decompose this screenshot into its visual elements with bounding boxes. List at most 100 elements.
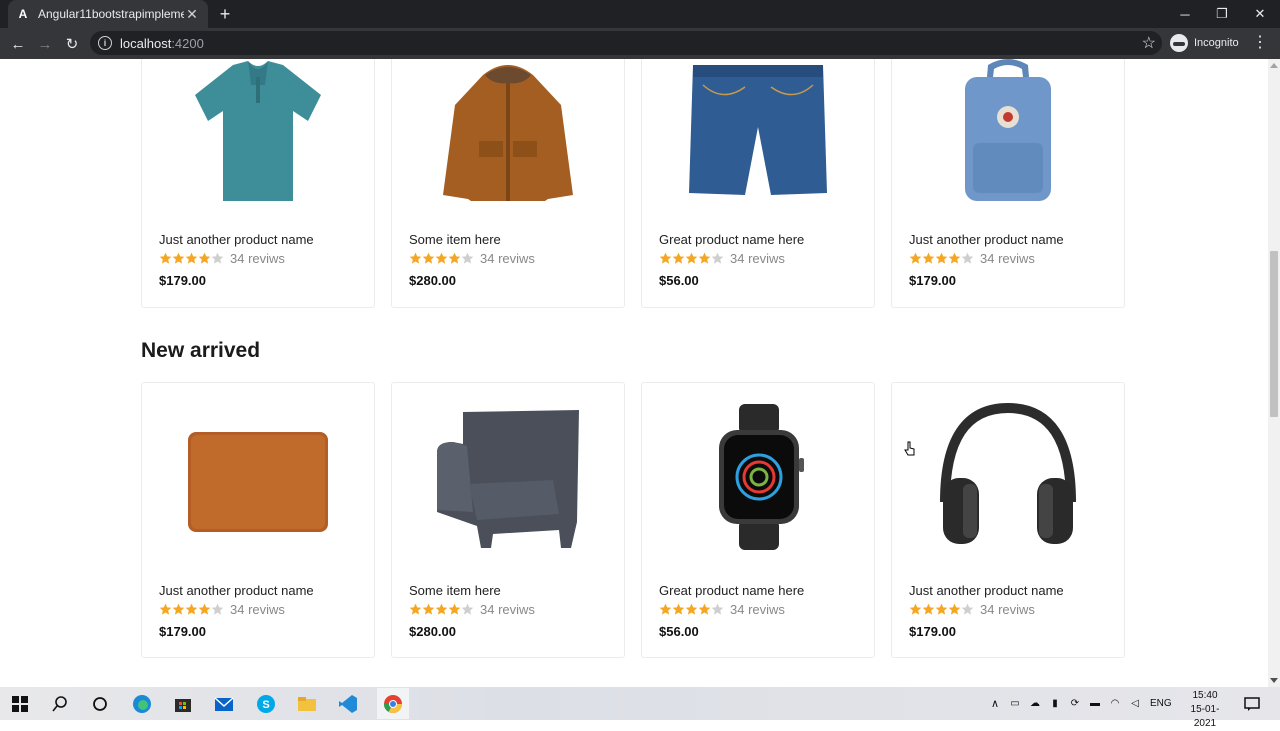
product-name[interactable]: Some item here — [409, 583, 501, 598]
chrome-icon[interactable] — [377, 688, 409, 719]
product-card[interactable]: Some item here 34 reviws $280.00 — [391, 59, 625, 308]
mail-icon[interactable] — [212, 692, 236, 716]
star-filled-icon — [172, 252, 185, 264]
restore-button[interactable]: ❐ — [1203, 0, 1241, 28]
language-indicator[interactable]: ENG — [1150, 698, 1172, 709]
product-name[interactable]: Some item here — [409, 232, 501, 247]
store-icon[interactable] — [171, 692, 195, 716]
product-name[interactable]: Just another product name — [909, 583, 1064, 598]
new-tab-button[interactable]: + — [214, 4, 236, 24]
rating-stars — [659, 603, 724, 616]
wifi-icon[interactable]: ◠ — [1108, 698, 1122, 709]
product-image[interactable] — [642, 59, 874, 210]
scroll-down-arrow-icon[interactable] — [1270, 678, 1278, 683]
product-card[interactable]: Just another product name 34 reviws $179… — [891, 382, 1125, 658]
star-filled-icon — [685, 252, 698, 264]
rating-stars — [159, 252, 224, 265]
product-image[interactable] — [642, 397, 874, 557]
rating-stars — [159, 603, 224, 616]
product-rating: 34 reviws — [659, 251, 785, 266]
browser-menu-icon[interactable]: ⋮ — [1252, 32, 1268, 52]
system-tray: ∧ ▭ ☁ ▮ ⟳ ▬ ◠ ◁ ENG — [988, 687, 1172, 720]
address-bar[interactable]: i localhost:4200 ☆ — [90, 31, 1162, 55]
product-image[interactable] — [142, 59, 374, 210]
back-button[interactable]: ← — [6, 32, 30, 56]
review-count: 34 reviws — [730, 602, 785, 617]
start-icon[interactable] — [8, 692, 32, 716]
page-scrollbar[interactable] — [1268, 59, 1280, 687]
product-name[interactable]: Just another product name — [159, 232, 314, 247]
star-filled-icon — [422, 252, 435, 264]
product-price: $179.00 — [159, 273, 206, 288]
star-filled-icon — [698, 603, 711, 615]
incognito-label: Incognito — [1194, 37, 1239, 49]
battery-icon[interactable]: ▬ — [1088, 698, 1102, 709]
browser-tab-bar: A Angular11bootstrapimplement ✕ + ─ ❐ ✕ — [0, 0, 1280, 28]
onedrive-icon[interactable]: ☁ — [1028, 698, 1042, 709]
review-count: 34 reviws — [480, 602, 535, 617]
tab-close-icon[interactable]: ✕ — [184, 6, 200, 22]
star-filled-icon — [922, 252, 935, 264]
clock[interactable]: 15:40 15-01-2021 — [1180, 689, 1230, 731]
scroll-up-arrow-icon[interactable] — [1270, 63, 1278, 68]
star-filled-icon — [448, 252, 461, 264]
windows-taskbar: S ∧ ▭ ☁ ▮ ⟳ ▬ ◠ ◁ ENG 15:40 15-01-2021 — [0, 687, 1280, 729]
device-icon[interactable]: ▭ — [1008, 698, 1022, 709]
product-card[interactable]: Some item here 34 reviws $280.00 — [391, 382, 625, 658]
hand-cursor-icon — [904, 441, 915, 456]
product-name[interactable]: Great product name here — [659, 583, 804, 598]
minimize-button[interactable]: ─ — [1166, 0, 1204, 28]
product-image[interactable] — [892, 397, 1124, 557]
file-explorer-icon[interactable] — [295, 692, 319, 716]
star-filled-icon — [698, 252, 711, 264]
product-name[interactable]: Great product name here — [659, 232, 804, 247]
product-image[interactable] — [142, 397, 374, 557]
url-port: :4200 — [171, 35, 204, 51]
product-card[interactable]: Just another product name 34 reviws $179… — [141, 59, 375, 308]
bookmark-star-icon[interactable]: ☆ — [1142, 33, 1156, 53]
close-window-button[interactable]: ✕ — [1241, 0, 1279, 28]
edge-icon[interactable] — [130, 692, 154, 716]
task-view-icon[interactable] — [88, 692, 112, 716]
product-image[interactable] — [892, 59, 1124, 210]
browser-tab[interactable]: A Angular11bootstrapimplement ✕ — [8, 0, 208, 28]
review-count: 34 reviws — [980, 251, 1035, 266]
notifications-icon[interactable] — [1240, 692, 1264, 716]
microphone-icon[interactable]: ▮ — [1048, 698, 1062, 709]
product-card[interactable]: Great product name here 34 reviws $56.00 — [641, 59, 875, 308]
search-icon[interactable] — [48, 692, 72, 716]
jacket-icon — [443, 65, 573, 201]
product-image[interactable] — [392, 397, 624, 557]
product-card[interactable]: Just another product name 34 reviws $179… — [141, 382, 375, 658]
skype-icon[interactable]: S — [254, 692, 278, 716]
review-count: 34 reviws — [230, 602, 285, 617]
scrollbar-thumb[interactable] — [1270, 251, 1278, 417]
forward-button[interactable]: → — [33, 32, 57, 56]
star-filled-icon — [659, 252, 672, 264]
star-filled-icon — [909, 603, 922, 615]
product-name[interactable]: Just another product name — [159, 583, 314, 598]
clock-date: 15-01-2021 — [1190, 704, 1220, 729]
rating-stars — [909, 603, 974, 616]
star-filled-icon — [685, 603, 698, 615]
star-empty-icon — [711, 603, 724, 615]
product-card[interactable]: Great product name here 34 reviws $56.00 — [641, 382, 875, 658]
star-filled-icon — [922, 603, 935, 615]
rating-stars — [909, 252, 974, 265]
reload-button[interactable]: ↻ — [60, 32, 84, 56]
star-filled-icon — [448, 603, 461, 615]
vscode-icon[interactable] — [336, 692, 360, 716]
product-card[interactable]: Just another product name 34 reviws $179… — [891, 59, 1125, 308]
review-count: 34 reviws — [980, 602, 1035, 617]
sync-icon[interactable]: ⟳ — [1068, 698, 1082, 709]
show-hidden-icons-icon[interactable]: ∧ — [988, 697, 1002, 710]
star-filled-icon — [435, 252, 448, 264]
product-name[interactable]: Just another product name — [909, 232, 1064, 247]
volume-icon[interactable]: ◁ — [1128, 698, 1142, 709]
star-filled-icon — [909, 252, 922, 264]
product-image[interactable] — [392, 59, 624, 210]
tab-title: Angular11bootstrapimplement — [38, 7, 184, 21]
incognito-indicator[interactable]: Incognito — [1170, 31, 1239, 55]
site-info-icon[interactable]: i — [98, 36, 112, 50]
star-filled-icon — [172, 603, 185, 615]
